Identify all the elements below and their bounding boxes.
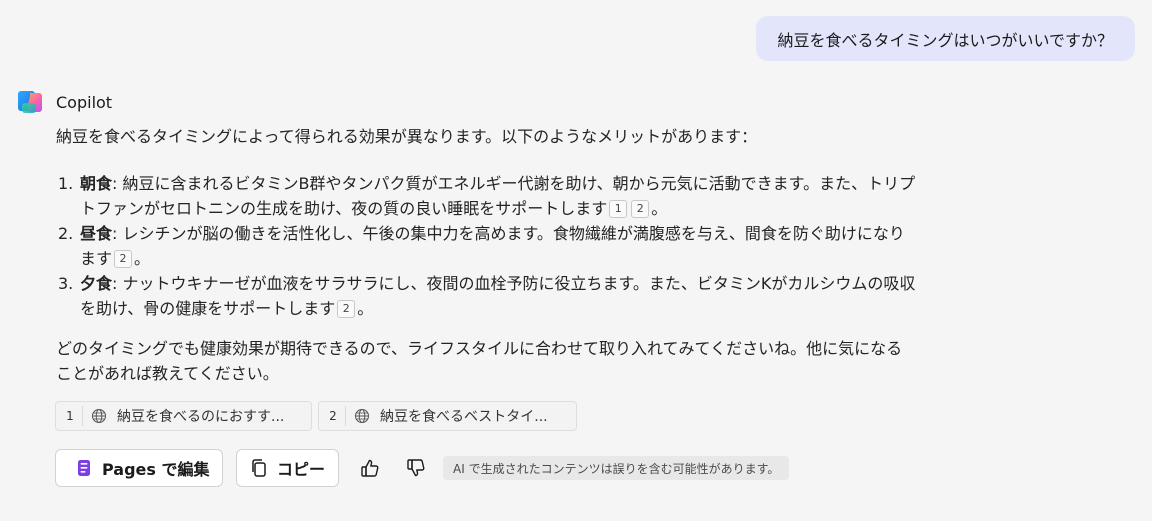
- user-message-text: 納豆を食べるタイミングはいつがいいですか？: [777, 30, 1113, 50]
- list-item-term: 夕食: [80, 274, 113, 293]
- source-list: 1 納豆を食べるのにおすす... 2 納豆を食べるベストタイ...: [55, 401, 577, 431]
- list-item-term: 朝食: [80, 174, 113, 193]
- copilot-logo-icon: [18, 91, 42, 113]
- sentence-end: 。: [651, 199, 668, 218]
- thumbs-down-icon: [407, 459, 425, 477]
- like-button[interactable]: [351, 449, 389, 487]
- citation-marker[interactable]: 2: [337, 300, 356, 318]
- dislike-button[interactable]: [397, 449, 435, 487]
- sentence-end: 。: [357, 299, 374, 318]
- list-item: 2. 昼食: レシチンが脳の働きを活性化し、午後の集中力を高めます。食物繊維が満…: [56, 221, 916, 271]
- source-number: 1: [66, 409, 74, 423]
- divider: [345, 406, 346, 426]
- globe-icon: [92, 409, 106, 423]
- citation-marker[interactable]: 1: [609, 200, 628, 218]
- sentence-end: 。: [134, 249, 151, 268]
- source-title: 納豆を食べるベストタイ...: [380, 409, 548, 425]
- copy-label: コピー: [277, 460, 326, 479]
- response-actions: Pages で編集 コピー AI で生成されたコンテンツは誤りを含む可能性があり…: [55, 448, 790, 488]
- divider: [82, 406, 83, 426]
- user-message-bubble: 納豆を食べるタイミングはいつがいいですか？: [756, 16, 1135, 61]
- thumbs-up-icon: [361, 459, 379, 477]
- source-chip[interactable]: 1 納豆を食べるのにおすす...: [55, 401, 312, 431]
- list-item-number: 2.: [58, 224, 74, 243]
- list-item-number: 3.: [58, 274, 74, 293]
- list-item-number: 1.: [58, 174, 74, 193]
- edit-in-pages-label: Pages で編集: [102, 460, 210, 479]
- assistant-header: Copilot: [16, 87, 112, 117]
- assistant-message: 納豆を食べるタイミングによって得られる効果が異なります。以下のようなメリットがあ…: [56, 124, 916, 386]
- edit-in-pages-button[interactable]: Pages で編集: [55, 449, 223, 487]
- citation-marker[interactable]: 2: [631, 200, 650, 218]
- message-closing: どのタイミングでも健康効果が期待できるので、ライフスタイルに合わせて取り入れてみ…: [56, 339, 903, 383]
- message-intro: 納豆を食べるタイミングによって得られる効果が異なります。以下のようなメリットがあ…: [56, 127, 758, 146]
- list-item-term: 昼食: [80, 224, 113, 243]
- ai-disclaimer: AI で生成されたコンテンツは誤りを含む可能性があります。: [443, 456, 790, 480]
- pages-icon: [78, 460, 90, 476]
- copy-icon: [252, 459, 266, 477]
- list-item-text: : 納豆に含まれるビタミンB群やタンパク質がエネルギー代謝を助け、朝から元気に活…: [80, 174, 916, 218]
- source-number: 2: [329, 409, 337, 423]
- source-title: 納豆を食べるのにおすす...: [117, 409, 285, 425]
- benefit-list: 1. 朝食: 納豆に含まれるビタミンB群やタンパク質がエネルギー代謝を助け、朝か…: [56, 171, 916, 321]
- globe-icon: [355, 409, 369, 423]
- list-item-text: : レシチンが脳の働きを活性化し、午後の集中力を高めます。食物繊維が満腹感を与え…: [80, 224, 905, 268]
- source-chip[interactable]: 2 納豆を食べるベストタイ...: [318, 401, 577, 431]
- copy-button[interactable]: コピー: [236, 449, 339, 487]
- assistant-name: Copilot: [56, 92, 113, 112]
- list-item-text: : ナットウキナーゼが血液をサラサラにし、夜間の血栓予防に役立ちます。また、ビタ…: [80, 274, 916, 318]
- list-item: 3. 夕食: ナットウキナーゼが血液をサラサラにし、夜間の血栓予防に役立ちます。…: [56, 271, 916, 321]
- citation-marker[interactable]: 2: [114, 250, 133, 268]
- list-item: 1. 朝食: 納豆に含まれるビタミンB群やタンパク質がエネルギー代謝を助け、朝か…: [56, 171, 916, 221]
